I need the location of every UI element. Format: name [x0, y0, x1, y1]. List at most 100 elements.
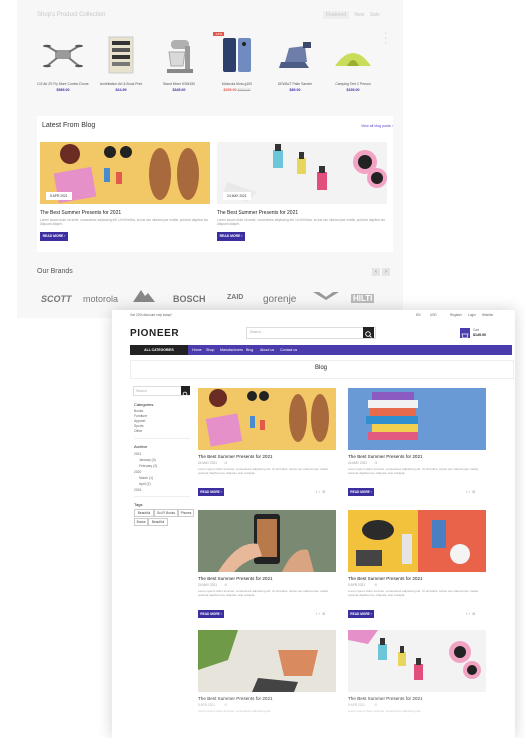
- language-select[interactable]: EN: [416, 313, 420, 317]
- carousel-dots[interactable]: • • •: [385, 30, 386, 45]
- brand-logo-zaid[interactable]: ZAID: [227, 294, 243, 301]
- product-name[interactable]: Annihilation Art & Book Print: [95, 82, 147, 86]
- archive-month[interactable]: January (3): [139, 458, 156, 462]
- product-card[interactable]: Stand Mixer KSM150 $345.00: [153, 30, 205, 98]
- archive-month[interactable]: March (1): [139, 476, 153, 480]
- sidebar-search-button[interactable]: [181, 386, 190, 398]
- search-button[interactable]: [363, 327, 374, 338]
- wishlist-link[interactable]: Wishlist: [482, 313, 493, 317]
- archive-year[interactable]: 2020: [134, 470, 141, 474]
- share-icons[interactable]: f ✓ ⌘: [316, 490, 325, 494]
- view-all-link[interactable]: View all blog posts ›: [361, 124, 393, 128]
- category-link[interactable]: Apparel: [134, 419, 145, 423]
- category-link[interactable]: Sports: [134, 424, 144, 428]
- category-link[interactable]: Other: [134, 429, 142, 433]
- product-card[interactable]: -14% Motorola Moto g100 $299.00 $349.00: [211, 30, 263, 98]
- brand-logo-scott[interactable]: SCOTT: [41, 294, 72, 304]
- brand-logo-bosch[interactable]: BOSCH: [173, 294, 206, 304]
- share-icons[interactable]: f ✓ ⌘: [466, 612, 475, 616]
- category-link[interactable]: Books: [134, 409, 143, 413]
- archive-month[interactable]: February (2): [139, 464, 157, 468]
- nav-featured[interactable]: Featured: [323, 11, 350, 19]
- post-comments: ▫3: [224, 461, 227, 465]
- post-title[interactable]: The Best Summer Presents for 2021: [198, 454, 273, 459]
- brand-logo-wing-icon[interactable]: [313, 290, 339, 302]
- post-comments-count: 0: [375, 583, 377, 587]
- product-name[interactable]: Stand Mixer KSM150: [153, 82, 205, 86]
- brands-next-button[interactable]: ›: [382, 268, 390, 276]
- post-image-polish[interactable]: 24 MAY 2021: [217, 142, 387, 204]
- read-more-button[interactable]: READ MORE ›: [348, 610, 374, 618]
- brand-logo-hilti[interactable]: HILTI: [351, 294, 375, 303]
- cart-button[interactable]: [460, 328, 470, 339]
- tag-chip[interactable]: Sci-Fi Books: [154, 509, 178, 517]
- tag-chip[interactable]: Beautiful: [134, 509, 154, 517]
- categories-title: Categories: [134, 402, 154, 407]
- product-name[interactable]: DJI Air 2S Fly More Combo Drone: [37, 82, 89, 86]
- share-icons[interactable]: f ✓ ⌘: [466, 490, 475, 494]
- blog-post-card[interactable]: The Best Summer Presents for 2021 24 MAY…: [348, 388, 486, 500]
- nav-shop[interactable]: Shop: [206, 345, 214, 355]
- share-icons[interactable]: f ✓ ⌘: [316, 612, 325, 616]
- brand-logo-gorenje[interactable]: gorenje: [263, 294, 296, 305]
- all-categories-button[interactable]: ALL CATEGORIES: [130, 345, 188, 355]
- read-more-button[interactable]: READ MORE ›: [217, 232, 245, 241]
- product-name[interactable]: DEWALT Palm Sander: [269, 82, 321, 86]
- nav-new[interactable]: New: [354, 12, 364, 18]
- category-link[interactable]: Furniture: [134, 414, 147, 418]
- product-price-sale: $299.00: [223, 88, 237, 92]
- currency-select[interactable]: USD: [430, 313, 437, 317]
- blog-post-card[interactable]: The Best Summer Presents for 2021 5 APR …: [348, 510, 486, 622]
- cart-label: Cart: [473, 328, 480, 332]
- read-more-button[interactable]: READ MORE ›: [198, 610, 224, 618]
- header-search-input[interactable]: Search...: [246, 327, 376, 339]
- blog-page-screenshot: Get 20% discount only today! EN USD Regi…: [112, 310, 515, 738]
- nav-blog[interactable]: Blog: [246, 345, 253, 355]
- cart-icon: [461, 333, 469, 339]
- archive-year[interactable]: 2021: [134, 452, 141, 456]
- top-notice-bar: Get 20% discount only today! EN USD Regi…: [112, 310, 515, 322]
- read-more-button[interactable]: READ MORE ›: [198, 488, 224, 496]
- nav-contact[interactable]: Contact us: [280, 345, 297, 355]
- nav-manufacturers[interactable]: Manufacturers: [220, 345, 243, 355]
- product-name[interactable]: Camping Tent 2 Person: [327, 82, 379, 86]
- read-more-button[interactable]: READ MORE ›: [40, 232, 68, 241]
- post-title[interactable]: The Best Summer Presents for 2021: [217, 210, 298, 216]
- login-link[interactable]: Login: [468, 313, 476, 317]
- post-title[interactable]: The Best Summer Presents for 2021: [348, 454, 423, 459]
- blog-post-card[interactable]: The Best Summer Presents for 2021 24 MAY…: [198, 388, 336, 500]
- tag-chip[interactable]: Beautiful: [148, 518, 168, 526]
- nav-home[interactable]: Home: [192, 345, 202, 355]
- post-comments-count: 0: [225, 583, 227, 587]
- post-date: 24 MAY 2021: [198, 583, 218, 587]
- register-link[interactable]: Register: [450, 313, 462, 317]
- nail-polish-image: [348, 630, 486, 692]
- plant-pots-image: [198, 630, 336, 692]
- archive-month[interactable]: April (2): [139, 482, 151, 486]
- product-card[interactable]: DJI Air 2S Fly More Combo Drone $989.00: [37, 30, 89, 98]
- read-more-button[interactable]: READ MORE ›: [348, 488, 374, 496]
- post-title[interactable]: The Best Summer Presents for 2021: [198, 576, 273, 581]
- tag-chip[interactable]: Phones: [178, 509, 194, 517]
- blog-post-card[interactable]: The Best Summer Presents for 2021 24 MAY…: [198, 510, 336, 622]
- archive-year[interactable]: 2019: [134, 488, 141, 492]
- nav-sale[interactable]: Sale: [370, 12, 380, 18]
- post-excerpt: Lorem ipsum dolor sit amet, consectetur …: [198, 467, 329, 475]
- brands-prev-button[interactable]: ‹: [372, 268, 380, 276]
- product-card[interactable]: Camping Tent 2 Person $159.00: [327, 30, 379, 98]
- nav-about[interactable]: About us: [260, 345, 274, 355]
- product-name[interactable]: Motorola Moto g100: [211, 82, 263, 86]
- tag-chip[interactable]: Books: [134, 518, 148, 526]
- post-image-summer[interactable]: 5 APR 2021: [40, 142, 210, 204]
- site-logo[interactable]: PIONEER: [130, 328, 179, 339]
- post-comments: ▫0: [224, 583, 227, 587]
- brand-logo-motorola[interactable]: motorola: [83, 294, 118, 304]
- product-price: $345.00: [172, 88, 186, 92]
- post-title[interactable]: The Best Summer Presents for 2021: [348, 576, 423, 581]
- brand-logo-mountain-icon[interactable]: [133, 288, 155, 302]
- post-title[interactable]: The Best Summer Presents for 2021: [40, 210, 121, 216]
- product-card[interactable]: DEWALT Palm Sander $89.00: [269, 30, 321, 98]
- post-date: 24 MAY 2021: [348, 461, 368, 465]
- phone-icon: [223, 38, 251, 72]
- product-card[interactable]: Annihilation Art & Book Print $24.99: [95, 30, 147, 98]
